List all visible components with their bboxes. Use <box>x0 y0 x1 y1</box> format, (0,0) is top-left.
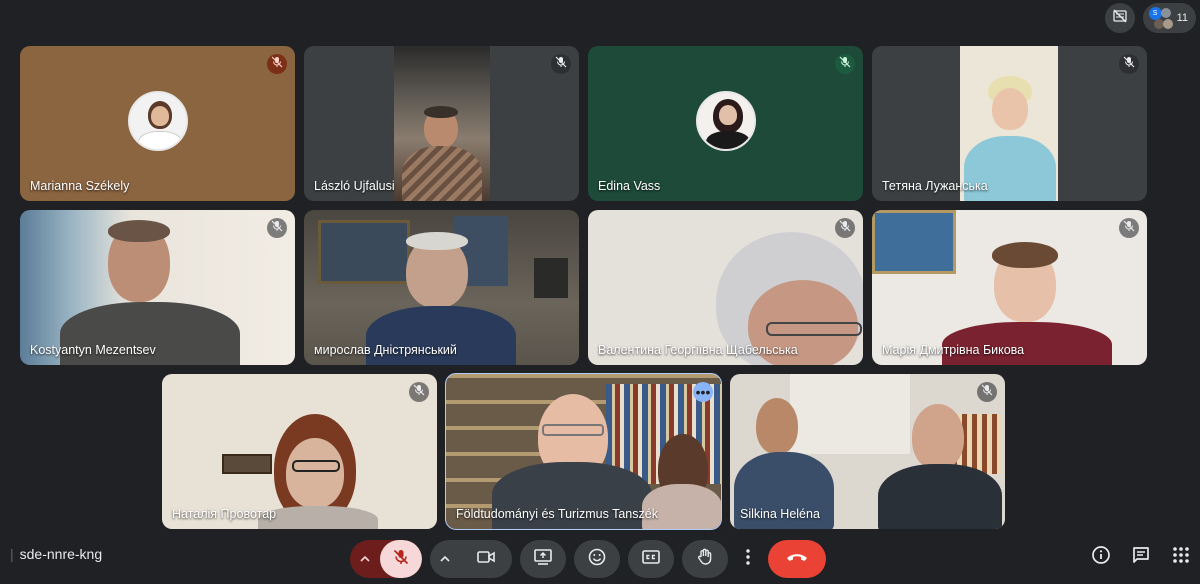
participant-tile[interactable]: László Ujfalusi <box>304 46 579 201</box>
mic-off-button[interactable] <box>551 54 571 74</box>
participant-name: Földtudományi és Turizmus Tanszék <box>456 507 658 521</box>
mic-off-button[interactable] <box>1119 218 1139 238</box>
video-feed <box>960 46 1058 201</box>
mic-off-icon <box>1123 219 1135 237</box>
participant-name: Marianna Székely <box>30 179 130 193</box>
participant-tile[interactable]: Marianna Székely <box>20 46 295 201</box>
microphone-control <box>350 540 422 578</box>
participant-tile[interactable]: Kostyantyn Mezentsev <box>20 210 295 365</box>
mic-off-icon <box>839 55 851 73</box>
mic-off-icon <box>271 219 283 237</box>
mic-off-icon <box>555 55 567 73</box>
avatar <box>695 90 756 151</box>
camera-icon <box>476 549 496 570</box>
mic-off-button[interactable] <box>835 54 855 74</box>
participant-name: Марія Дмитрівна Бикова <box>882 343 1025 357</box>
participant-name: László Ujfalusi <box>314 179 395 193</box>
participant-name: мирослав Дністрянський <box>314 343 457 357</box>
mic-off-button[interactable] <box>267 54 287 74</box>
mic-off-button[interactable] <box>835 218 855 238</box>
chat-icon <box>1133 547 1149 563</box>
mic-off-icon <box>1123 55 1135 73</box>
video-feed <box>446 374 721 529</box>
present-screen-icon <box>533 548 553 571</box>
participant-name: Наталія Провотар <box>172 507 277 521</box>
participant-tile-active-speaker[interactable]: ••• Földtudományi és Turizmus Tanszék <box>445 373 722 530</box>
mic-off-button[interactable] <box>977 382 997 402</box>
participant-tile[interactable]: Наталія Провотар <box>162 374 437 529</box>
leave-call-button[interactable] <box>768 540 826 578</box>
video-feed <box>730 374 1005 529</box>
tile-more-options-button[interactable]: ••• <box>693 382 713 402</box>
bottom-toolbar: | sde-nnre-kng <box>0 532 1200 584</box>
reactions-button[interactable] <box>574 540 620 578</box>
avatar <box>127 90 188 151</box>
participant-name: Валентина Георгіївна Щабельська <box>598 343 798 357</box>
video-settings-button[interactable] <box>430 540 460 578</box>
video-feed <box>872 210 1147 365</box>
video-feed <box>304 210 579 365</box>
activities-button[interactable] <box>1170 544 1192 566</box>
participant-name: Edina Vass <box>598 179 661 193</box>
mic-off-icon <box>271 55 283 73</box>
chevron-up-icon <box>440 550 450 568</box>
meeting-details-button[interactable] <box>1090 544 1112 566</box>
participant-tile[interactable]: Edina Vass <box>588 46 863 201</box>
chat-button[interactable] <box>1130 544 1152 566</box>
mic-off-icon <box>413 383 425 401</box>
mic-off-icon <box>392 548 410 571</box>
participant-name: Тетяна Лужанська <box>882 179 988 193</box>
captions-icon <box>641 549 661 570</box>
participant-tile[interactable]: Тетяна Лужанська <box>872 46 1147 201</box>
chevron-up-icon <box>360 550 370 568</box>
mic-off-button[interactable] <box>1119 54 1139 74</box>
participant-tile[interactable]: Марія Дмитрівна Бикова <box>872 210 1147 365</box>
mic-off-icon <box>839 219 851 237</box>
participant-tile[interactable]: мирослав Дністрянський <box>304 210 579 365</box>
mic-off-button[interactable] <box>267 218 287 238</box>
video-feed <box>20 210 295 365</box>
participant-tile[interactable]: Silkina Heléna <box>730 374 1005 529</box>
captions-button[interactable] <box>628 540 674 578</box>
video-feed <box>162 374 437 529</box>
more-vert-icon <box>745 548 751 571</box>
video-feed <box>394 46 490 201</box>
participant-name: Kostyantyn Mezentsev <box>30 343 156 357</box>
mic-toggle-button[interactable] <box>380 540 422 578</box>
raise-hand-icon <box>695 547 715 572</box>
participant-name: Silkina Heléna <box>740 507 820 521</box>
present-screen-button[interactable] <box>520 540 566 578</box>
raise-hand-button[interactable] <box>682 540 728 578</box>
end-call-icon <box>785 550 809 568</box>
emoji-icon <box>587 547 607 572</box>
mic-off-button[interactable] <box>409 382 429 402</box>
video-feed <box>588 210 863 365</box>
video-grid: Marianna Székely László Ujfalusi Edina V… <box>0 0 1200 584</box>
more-options-button[interactable] <box>736 540 760 578</box>
divider: | <box>10 546 14 562</box>
mic-off-icon <box>981 383 993 401</box>
meeting-code: sde-nnre-kng <box>19 546 103 562</box>
camera-control <box>430 540 512 578</box>
meeting-code-label: | sde-nnre-kng <box>10 546 102 562</box>
info-icon <box>1092 546 1110 564</box>
more-horiz-icon: ••• <box>695 384 711 400</box>
call-controls <box>350 540 826 578</box>
participant-tile[interactable]: Валентина Георгіївна Щабельська <box>588 210 863 365</box>
activities-grid-icon <box>1173 547 1189 563</box>
camera-toggle-button[interactable] <box>460 540 512 578</box>
side-panel-controls <box>1090 544 1192 566</box>
audio-settings-button[interactable] <box>350 540 380 578</box>
